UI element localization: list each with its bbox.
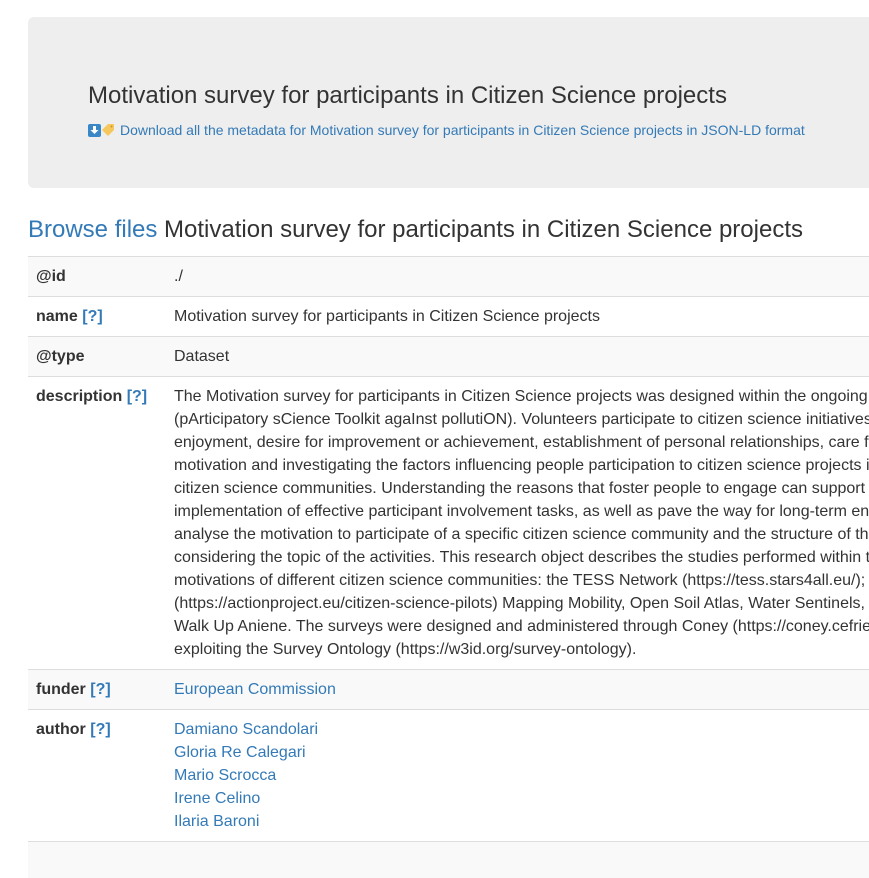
- description-line: (pArticipatory sCience Toolkit agaInst p…: [174, 408, 869, 431]
- header-panel: Motivation survey for participants in Ci…: [28, 17, 869, 188]
- row-key: @id: [28, 257, 166, 297]
- row-value: Dataset: [166, 337, 869, 377]
- row-key-cell: description [?]: [28, 377, 166, 670]
- description-line: The Motivation survey for participants i…: [174, 385, 869, 408]
- section-title: Motivation survey for participants in Ci…: [164, 216, 803, 243]
- help-link[interactable]: [?]: [90, 681, 110, 698]
- description-line: (https://actionproject.eu/citizen-scienc…: [174, 592, 869, 615]
- table-row-id: @id ./: [28, 257, 869, 297]
- description-value: The Motivation survey for participants i…: [166, 377, 869, 670]
- description-line: Walk Up Aniene. The surveys were designe…: [174, 615, 869, 638]
- row-value: [166, 842, 869, 878]
- table-row-type: @type Dataset: [28, 337, 869, 377]
- author-link[interactable]: Gloria Re Calegari: [174, 741, 869, 764]
- metadata-table: @id ./ name [?] Motivation survey for pa…: [28, 256, 869, 878]
- row-key: [28, 842, 166, 878]
- page-title: Motivation survey for participants in Ci…: [88, 81, 727, 111]
- table-row-next: [28, 842, 869, 878]
- table-row-description: description [?] The Motivation survey fo…: [28, 377, 869, 670]
- row-key-cell: funder [?]: [28, 670, 166, 710]
- row-key: name: [36, 308, 78, 325]
- row-key-cell: name [?]: [28, 297, 166, 337]
- description-line: motivation and investigating the factors…: [174, 454, 869, 477]
- help-link[interactable]: [?]: [90, 721, 110, 738]
- description-line: analyse the motivation to participate of…: [174, 523, 869, 546]
- download-metadata-link[interactable]: Download all the metadata for Motivation…: [88, 121, 805, 139]
- description-line: citizen science communities. Understandi…: [174, 477, 869, 500]
- description-line: implementation of effective participant …: [174, 500, 869, 523]
- row-key: funder: [36, 681, 86, 698]
- row-value-cell: European Commission: [166, 670, 869, 710]
- row-value: Motivation survey for participants in Ci…: [166, 297, 869, 337]
- description-line: exploiting the Survey Ontology (https://…: [174, 638, 869, 661]
- description-line: motivations of different citizen science…: [174, 569, 869, 592]
- author-link[interactable]: Ilaria Baroni: [174, 810, 869, 833]
- row-key: author: [36, 721, 86, 738]
- table-row-author: author [?] Damiano Scandolari Gloria Re …: [28, 710, 869, 842]
- row-key: @type: [28, 337, 166, 377]
- author-link[interactable]: Damiano Scandolari: [174, 718, 869, 741]
- help-link[interactable]: [?]: [82, 308, 102, 325]
- table-row-funder: funder [?] European Commission: [28, 670, 869, 710]
- help-link[interactable]: [?]: [127, 388, 147, 405]
- author-link[interactable]: Mario Scrocca: [174, 764, 869, 787]
- description-line: enjoyment, desire for improvement or ach…: [174, 431, 869, 454]
- download-metadata-label: Download all the metadata for Motivation…: [120, 121, 805, 139]
- row-value: ./: [166, 257, 869, 297]
- funder-link[interactable]: European Commission: [174, 681, 336, 698]
- row-key-cell: author [?]: [28, 710, 166, 842]
- tag-icon: [102, 123, 116, 137]
- table-row-name: name [?] Motivation survey for participa…: [28, 297, 869, 337]
- section-heading: Browse files Motivation survey for parti…: [28, 214, 803, 246]
- author-list: Damiano Scandolari Gloria Re Calegari Ma…: [166, 710, 869, 842]
- description-line: considering the topic of the activities.…: [174, 546, 869, 569]
- row-key: description: [36, 388, 122, 405]
- author-link[interactable]: Irene Celino: [174, 787, 869, 810]
- browse-files-link[interactable]: Browse files: [28, 216, 157, 243]
- download-icon: [88, 124, 101, 137]
